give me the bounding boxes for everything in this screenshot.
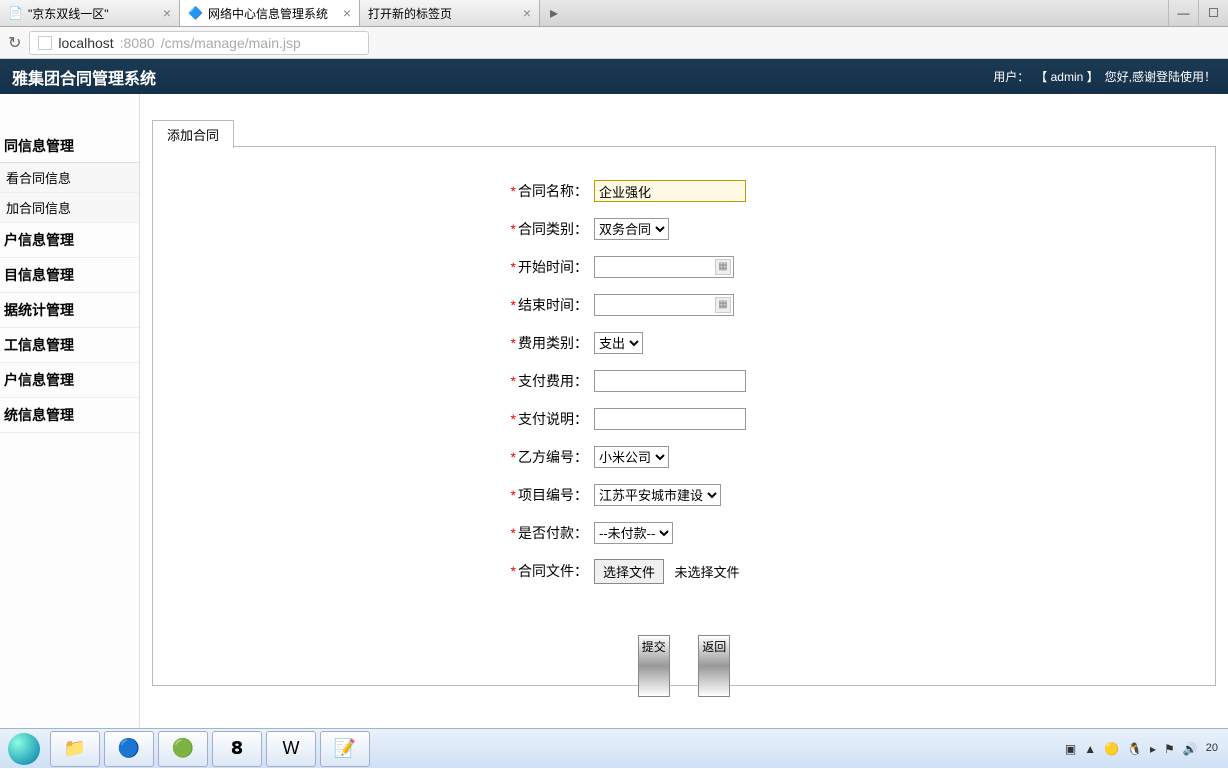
user-name: 【 admin 】 [1035, 68, 1098, 85]
task-word[interactable]: W [266, 731, 316, 767]
user-info: 用户： 【 admin 】 您好,感谢登陆使用！ [993, 68, 1216, 85]
contract-name-input[interactable] [594, 180, 746, 202]
url-host: localhost [58, 35, 113, 51]
url-port: :8080 [120, 35, 155, 51]
url-input[interactable]: localhost :8080/cms/manage/main.jsp [29, 31, 369, 55]
party-b-select[interactable]: 小米公司 [594, 446, 669, 468]
tray-icon[interactable]: ▣ [1065, 742, 1076, 756]
clock[interactable]: 20 [1206, 742, 1218, 754]
reload-icon[interactable]: ↻ [8, 33, 21, 53]
submit-button[interactable]: 提交 [638, 635, 670, 697]
tab-add-contract[interactable]: 添加合同 [152, 120, 234, 148]
close-icon[interactable]: × [523, 5, 531, 21]
tab-title: 打开新的标签页 [368, 5, 452, 22]
close-icon[interactable]: × [163, 5, 171, 21]
sidebar-item[interactable]: 户信息管理 [0, 223, 139, 258]
browser-tab-1[interactable]: 📄 "京东双线一区" × [0, 0, 180, 26]
tray-icon[interactable]: ▸ [1150, 742, 1156, 756]
file-status: 未选择文件 [674, 565, 739, 580]
label-project: 项目编号： [518, 487, 588, 503]
windows-icon [8, 733, 40, 765]
tab-title: "京东双线一区" [28, 5, 109, 22]
content-tab-strip: 添加合同 [152, 120, 234, 148]
label-paid: 是否付款： [518, 525, 588, 541]
browser-tab-2[interactable]: 🔷 网络中心信息管理系统 × [180, 0, 360, 26]
url-path: /cms/manage/main.jsp [161, 35, 301, 51]
task-notepad[interactable]: 📝 [320, 731, 370, 767]
chevron-up-icon[interactable]: ▲ [1084, 742, 1096, 756]
label-pay-desc: 支付说明： [518, 411, 588, 427]
label-pay-fee: 支付费用： [518, 373, 588, 389]
tray-icon[interactable]: 🟡 [1104, 742, 1119, 756]
sidebar-item[interactable]: 统信息管理 [0, 398, 139, 433]
close-icon[interactable]: × [343, 5, 351, 21]
sidebar-item-view-contract[interactable]: 看合同信息 [0, 163, 139, 193]
task-app[interactable]: 🟢 [158, 731, 208, 767]
browser-tab-3[interactable]: 打开新的标签页 × [360, 0, 540, 26]
new-tab-button[interactable]: ▸ [540, 0, 568, 26]
sidebar-item-add-contract[interactable]: 加合同信息 [0, 193, 139, 223]
label-end-time: 结束时间： [518, 297, 588, 313]
end-time-input[interactable] [594, 294, 734, 316]
back-button[interactable]: 返回 [698, 635, 730, 697]
label-fee-type: 费用类别： [518, 335, 588, 351]
user-label: 用户： [993, 68, 1029, 85]
tab-title: 网络中心信息管理系统 [208, 5, 328, 22]
contract-type-select[interactable]: 双务合同 [594, 218, 669, 240]
tab-favicon: 📄 [8, 6, 22, 20]
task-chrome[interactable]: 🔵 [104, 731, 154, 767]
volume-icon[interactable]: 🔊 [1183, 742, 1198, 756]
content-area: 添加合同 *合同名称： *合同类别： 双务合同 *开始时间： ▦ *结束时间： [140, 94, 1228, 728]
app-header: 雅集团合同管理系统 用户： 【 admin 】 您好,感谢登陆使用！ [0, 59, 1228, 94]
task-explorer[interactable]: 📁 [50, 731, 100, 767]
paid-select[interactable]: --未付款-- [594, 522, 673, 544]
taskbar: 📁 🔵 🟢 𝟴 W 📝 ▣ ▲ 🟡 🐧 ▸ ⚑ 🔊 20 [0, 728, 1228, 768]
form-panel: *合同名称： *合同类别： 双务合同 *开始时间： ▦ *结束时间： ▦ *费用… [152, 146, 1216, 686]
sidebar-item[interactable]: 户信息管理 [0, 363, 139, 398]
sidebar: 同信息管理 看合同信息 加合同信息 户信息管理 目信息管理 据统计管理 工信息管… [0, 94, 140, 728]
pay-desc-input[interactable] [594, 408, 746, 430]
project-select[interactable]: 江苏平安城市建设 [594, 484, 721, 506]
minimize-button[interactable]: — [1168, 0, 1198, 26]
calendar-icon[interactable]: ▦ [715, 259, 731, 275]
label-party-b: 乙方编号： [518, 449, 588, 465]
page-icon [38, 36, 52, 50]
sidebar-item[interactable]: 据统计管理 [0, 293, 139, 328]
browser-tab-strip: 📄 "京东双线一区" × 🔷 网络中心信息管理系统 × 打开新的标签页 × ▸ … [0, 0, 1228, 27]
calendar-icon[interactable]: ▦ [715, 297, 731, 313]
tab-favicon: 🔷 [188, 6, 202, 20]
choose-file-button[interactable]: 选择文件 [594, 559, 664, 584]
flag-icon[interactable]: ⚑ [1164, 742, 1175, 756]
greeting: 您好,感谢登陆使用！ [1105, 68, 1216, 85]
system-tray: ▣ ▲ 🟡 🐧 ▸ ⚑ 🔊 20 [1065, 742, 1228, 756]
label-contract-name: 合同名称： [518, 183, 588, 199]
tray-icon[interactable]: 🐧 [1127, 742, 1142, 756]
maximize-button[interactable]: ☐ [1198, 0, 1228, 26]
start-button[interactable] [0, 729, 48, 769]
sidebar-section-contract[interactable]: 同信息管理 [0, 130, 139, 163]
window-controls: — ☐ [1168, 0, 1228, 26]
label-file: 合同文件： [518, 563, 588, 579]
address-bar: ↻ localhost :8080/cms/manage/main.jsp [0, 27, 1228, 59]
start-time-input[interactable] [594, 256, 734, 278]
fee-type-select[interactable]: 支出 [594, 332, 643, 354]
label-start-time: 开始时间： [518, 259, 588, 275]
sidebar-item[interactable]: 目信息管理 [0, 258, 139, 293]
label-contract-type: 合同类别： [518, 221, 588, 237]
app-title: 雅集团合同管理系统 [12, 65, 156, 89]
pay-fee-input[interactable] [594, 370, 746, 392]
task-app2[interactable]: 𝟴 [212, 731, 262, 767]
sidebar-item[interactable]: 工信息管理 [0, 328, 139, 363]
